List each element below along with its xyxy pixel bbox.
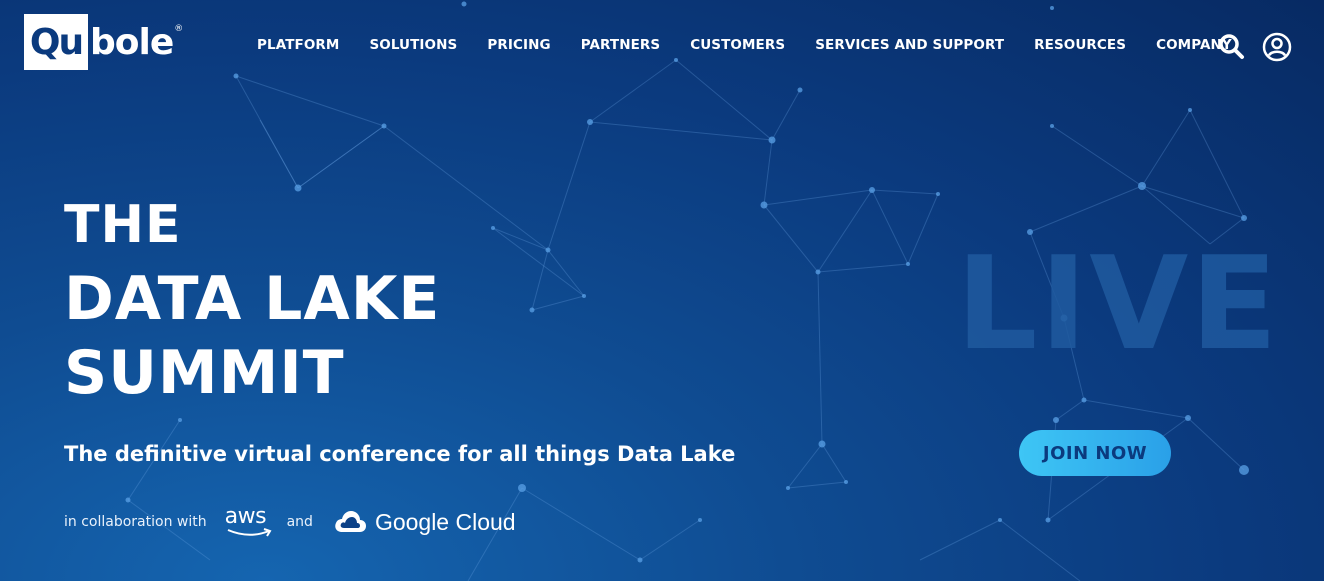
hero-subtitle: The definitive virtual conference for al… xyxy=(64,442,736,466)
hero-title: DATA LAKE SUMMIT xyxy=(64,262,440,410)
google-cloud-icon xyxy=(335,511,366,532)
logo-boxed-text: Qu xyxy=(29,21,84,63)
collaboration-row: in collaboration with aws and Google Clo… xyxy=(64,502,516,542)
join-now-label: JOIN NOW xyxy=(1042,442,1148,464)
nav-services-and-support[interactable]: SERVICES AND SUPPORT xyxy=(815,37,1004,53)
collab-prefix: in collaboration with xyxy=(64,514,207,530)
nav-resources[interactable]: RESOURCES xyxy=(1034,37,1126,53)
search-icon[interactable] xyxy=(1217,32,1247,62)
nav-partners[interactable]: PARTNERS xyxy=(581,37,661,53)
logo-text: bole xyxy=(90,21,174,63)
google-cloud-logo: Google Cloud xyxy=(333,509,516,536)
aws-logo: aws xyxy=(225,504,273,540)
hero-title-line-2: DATA LAKE xyxy=(64,264,441,334)
nav-customers[interactable]: CUSTOMERS xyxy=(690,37,785,53)
join-now-button[interactable]: JOIN NOW xyxy=(1019,430,1171,476)
logo-box: Qu xyxy=(24,14,88,70)
hero-title-line-1: THE xyxy=(64,195,182,255)
google-cloud-text: Google Cloud xyxy=(374,508,516,535)
nav-platform[interactable]: PLATFORM xyxy=(257,37,339,53)
main-nav: PLATFORM SOLUTIONS PRICING PARTNERS CUST… xyxy=(257,37,1232,53)
user-account-icon[interactable] xyxy=(1262,32,1292,62)
aws-logo-text: aws xyxy=(224,504,267,529)
live-badge: LIVE xyxy=(956,230,1280,379)
registered-mark: ® xyxy=(174,24,184,34)
nav-pricing[interactable]: PRICING xyxy=(487,37,550,53)
hero-title-line-3: SUMMIT xyxy=(64,338,345,408)
collab-and: and xyxy=(286,514,313,530)
qubole-logo[interactable]: Qu bole ® xyxy=(24,14,183,70)
aws-smile-icon xyxy=(227,528,272,537)
nav-solutions[interactable]: SOLUTIONS xyxy=(369,37,457,53)
